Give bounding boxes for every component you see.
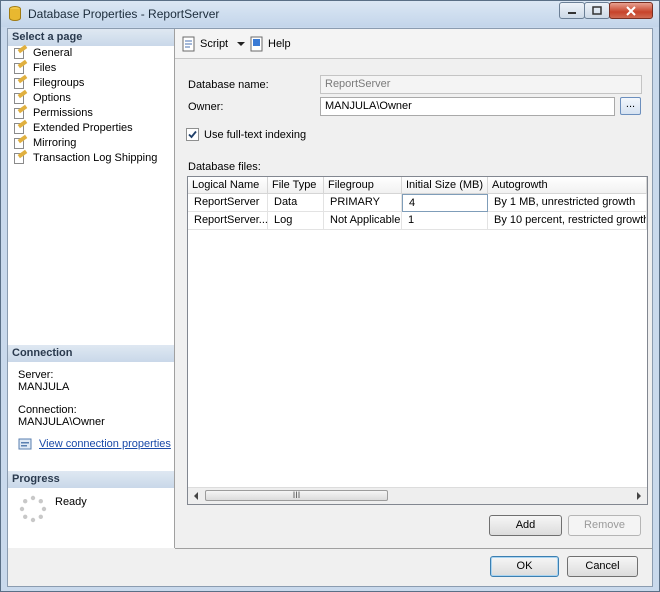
fulltext-label: Use full-text indexing [204, 129, 307, 141]
browse-owner-button[interactable]: ... [620, 97, 641, 115]
page-files[interactable]: Files [13, 59, 57, 75]
server-value: MANJULA [18, 381, 70, 393]
page-label: Transaction Log Shipping [33, 152, 158, 164]
page-icon [13, 104, 28, 119]
column-header-filegroup[interactable]: Filegroup [324, 177, 402, 194]
scroll-left-icon[interactable] [189, 489, 203, 503]
column-header-initial-size[interactable]: Initial Size (MB) [402, 177, 488, 194]
scroll-right-icon[interactable] [632, 489, 646, 503]
help-button[interactable]: Help [249, 36, 291, 52]
toolbar: Script Help [175, 29, 652, 59]
progress-status: Ready [55, 496, 87, 508]
page-label: Permissions [33, 107, 93, 119]
progress-header: Progress [8, 471, 174, 488]
table-cell[interactable]: Data [268, 194, 324, 212]
footer-divider [175, 548, 652, 549]
add-button[interactable]: Add [489, 515, 562, 536]
connection-value: MANJULA\Owner [18, 416, 105, 428]
column-header-logical-name[interactable]: Logical Name [188, 177, 268, 194]
close-icon [626, 5, 636, 16]
table-cell[interactable]: Log [268, 212, 324, 230]
maximize-button[interactable] [584, 2, 610, 19]
page-icon [13, 74, 28, 89]
table-cell[interactable]: ReportServer [188, 194, 268, 212]
owner-label: Owner: [188, 101, 224, 113]
select-page-header: Select a page [8, 29, 174, 46]
page-label: Filegroups [33, 77, 85, 89]
script-label: Script [200, 38, 229, 50]
page-extended-properties[interactable]: Extended Properties [13, 119, 133, 135]
page-icon [13, 149, 28, 164]
page-mirroring[interactable]: Mirroring [13, 134, 77, 150]
table-cell[interactable]: Not Applicable [324, 212, 402, 230]
page-icon [13, 44, 28, 59]
page-icon [13, 59, 28, 74]
database-files-label: Database files: [188, 161, 261, 173]
server-label: Server: [18, 369, 54, 381]
horizontal-scrollbar[interactable]: III [188, 487, 647, 504]
database-name-label: Database name: [188, 79, 269, 91]
page-transaction-log-shipping[interactable]: Transaction Log Shipping [13, 149, 158, 165]
page-permissions[interactable]: Permissions [13, 104, 93, 120]
maximize-icon [592, 6, 602, 15]
window-title: Database Properties - ReportServer [28, 7, 220, 21]
minimize-icon [568, 11, 576, 14]
dialog-client: Select a page General Files Filegroups O… [7, 28, 653, 587]
table-cell[interactable]: 1 [402, 212, 488, 230]
scroll-thumb[interactable]: III [205, 490, 388, 501]
script-button[interactable]: Script [181, 36, 246, 52]
connection-label: Connection: [18, 404, 77, 416]
help-label: Help [268, 38, 291, 50]
close-button[interactable] [609, 2, 653, 19]
page-label: Mirroring [33, 137, 77, 149]
help-icon [250, 36, 263, 52]
page-icon [13, 119, 28, 134]
page-label: General [33, 47, 73, 59]
owner-field[interactable]: MANJULA\Owner [320, 97, 615, 116]
table-cell[interactable]: By 10 percent, restricted growth to [488, 212, 647, 230]
ok-button[interactable]: OK [490, 556, 559, 577]
left-pane: Select a page General Files Filegroups O… [8, 29, 175, 548]
column-header-file-type[interactable]: File Type [268, 177, 324, 194]
table-cell[interactable]: By 1 MB, unrestricted growth [488, 194, 647, 212]
fulltext-checkbox[interactable] [186, 128, 199, 141]
database-icon [9, 6, 21, 21]
page-filegroups[interactable]: Filegroups [13, 74, 85, 90]
checkmark-icon [188, 130, 197, 139]
minimize-button[interactable] [559, 2, 585, 19]
page-options[interactable]: Options [13, 89, 71, 105]
table-cell[interactable]: ReportServer... [188, 212, 268, 230]
progress-spinner-icon [19, 495, 47, 523]
view-connection-properties-link[interactable]: View connection properties [18, 437, 171, 451]
initial-size-input[interactable]: 4 [402, 194, 488, 212]
page-general[interactable]: General [13, 44, 73, 60]
page-label: Files [33, 62, 57, 74]
database-files-grid: Logical Name File Type Filegroup Initial… [187, 176, 648, 505]
table-cell[interactable]: PRIMARY [324, 194, 402, 212]
column-header-autogrowth[interactable]: Autogrowth [488, 177, 647, 194]
database-name-field: ReportServer [320, 75, 642, 94]
page-label: Options [33, 92, 71, 104]
properties-icon [18, 438, 32, 450]
title-bar[interactable]: Database Properties - ReportServer [1, 1, 659, 27]
page-label: Extended Properties [33, 122, 133, 134]
script-icon [182, 36, 195, 52]
view-connection-properties-text: View connection properties [39, 438, 171, 450]
page-icon [13, 134, 28, 149]
connection-header: Connection [8, 345, 174, 362]
cancel-button[interactable]: Cancel [567, 556, 638, 577]
remove-button[interactable]: Remove [568, 515, 641, 536]
chevron-down-icon[interactable] [236, 39, 246, 49]
dialog-window: Database Properties - ReportServer Selec… [0, 0, 660, 592]
page-icon [13, 89, 28, 104]
